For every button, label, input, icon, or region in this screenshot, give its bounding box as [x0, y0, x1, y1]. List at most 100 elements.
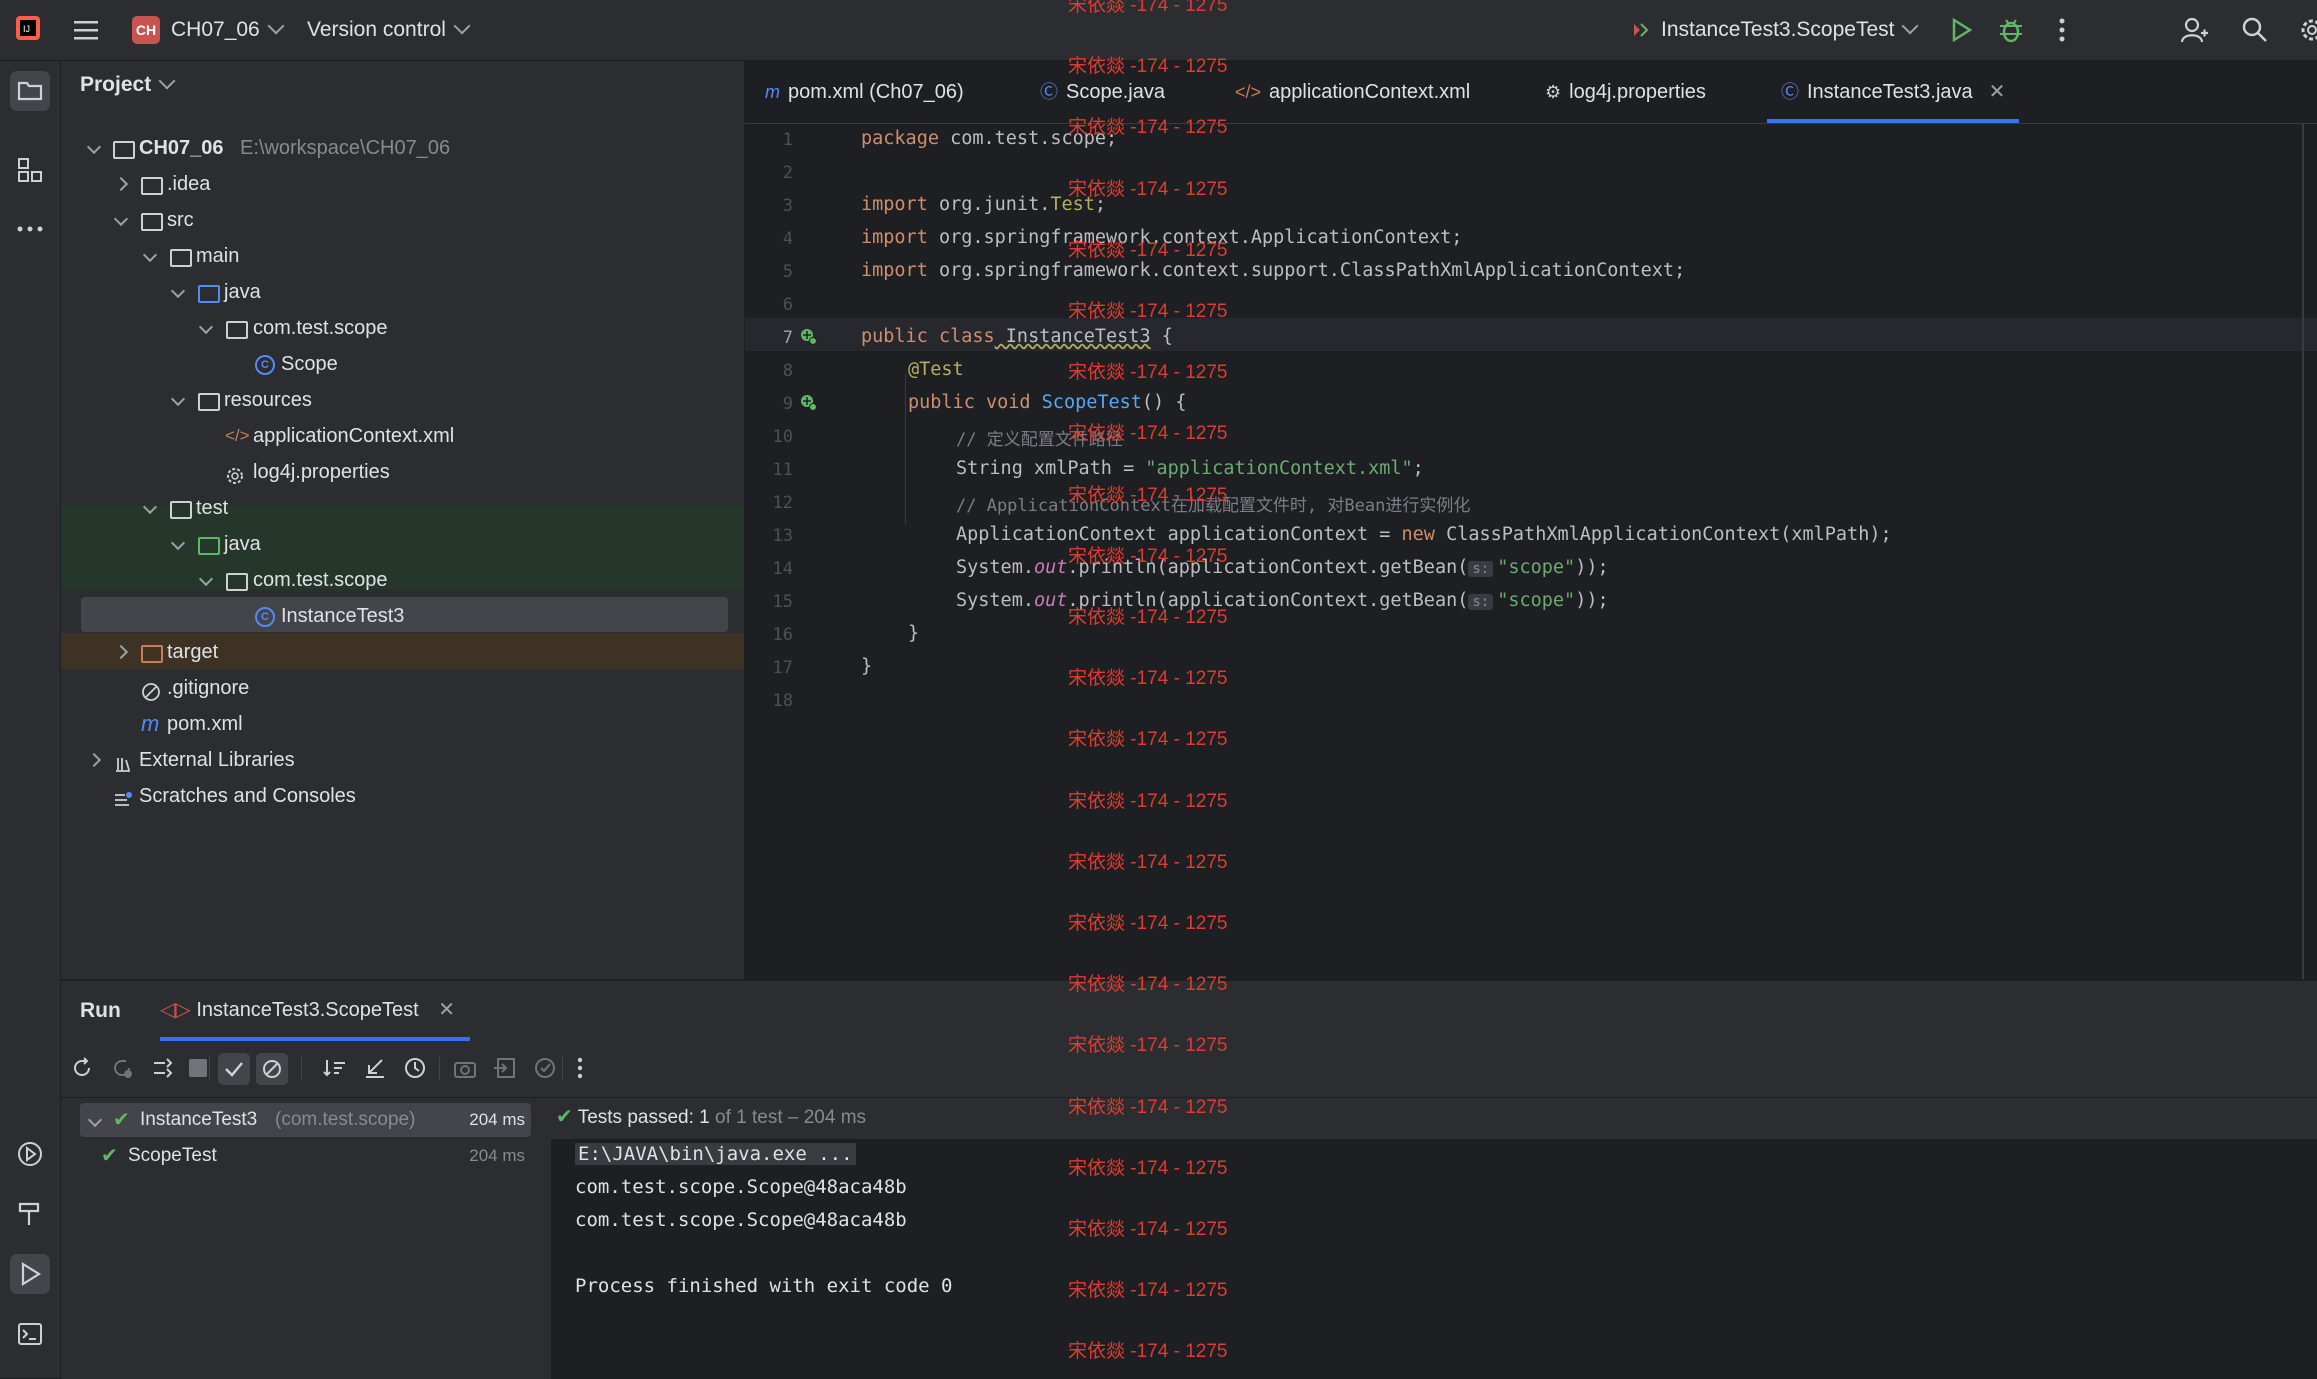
chevron-down-icon[interactable]	[170, 535, 186, 551]
test-folder-icon	[198, 537, 220, 555]
more-tools-icon[interactable]	[10, 209, 50, 249]
chevron-down-icon[interactable]	[142, 499, 158, 515]
run-gutter-icon[interactable]	[799, 327, 817, 345]
line-number: 10	[772, 427, 793, 447]
close-tab-icon[interactable]: ✕	[438, 999, 455, 1021]
import-tests-icon[interactable]	[492, 1055, 518, 1081]
console-output[interactable]: E:\JAVA\bin\java.exe ... com.test.scope.…	[551, 1139, 2317, 1379]
chevron-down-icon[interactable]	[198, 571, 214, 587]
tree-item-root[interactable]: CH07_06 E:\workspace\CH07_06	[61, 130, 744, 166]
tree-item-test[interactable]: test	[61, 490, 744, 526]
app-logo-icon[interactable]: IJ	[14, 14, 42, 42]
console-line: com.test.scope.Scope@48aca48b	[575, 1176, 907, 1198]
tree-item-instancetest3[interactable]: C InstanceTest3	[61, 598, 744, 634]
tree-item-gitignore[interactable]: .gitignore	[61, 670, 744, 706]
tree-item-label: java	[224, 533, 261, 555]
tree-item-test-java[interactable]: java	[61, 526, 744, 562]
chevron-down-icon[interactable]	[170, 391, 186, 407]
tree-item-target[interactable]: target	[61, 634, 744, 670]
more-actions-icon[interactable]	[2058, 17, 2066, 43]
chevron-down-icon[interactable]	[87, 1112, 103, 1128]
version-control-menu[interactable]: Version control	[307, 0, 471, 60]
sort-icon[interactable]	[322, 1055, 348, 1081]
maven-file-icon: m	[141, 711, 160, 736]
tree-item-main-package[interactable]: com.test.scope	[61, 310, 744, 346]
tree-item-scope[interactable]: C Scope	[61, 346, 744, 382]
tree-item-idea[interactable]: .idea	[61, 166, 744, 202]
main-menu-icon[interactable]	[74, 19, 100, 41]
tree-item-appcontext[interactable]: </> applicationContext.xml	[61, 418, 744, 454]
chevron-down-icon[interactable]	[86, 139, 102, 155]
tree-item-main[interactable]: main	[61, 238, 744, 274]
project-panel-header[interactable]: Project	[80, 72, 176, 97]
code-editor[interactable]: 1 2 3 4 5 6 7 8 9 10 11 12 13 14 15 16 17 18 package com.…	[745, 124, 2317, 979]
run-gutter-icon[interactable]	[799, 393, 817, 411]
test-time: 204 ms	[469, 1146, 525, 1165]
rerun-failed-icon[interactable]	[109, 1055, 135, 1081]
code-line-5: import org.springframework.context.suppo…	[861, 260, 1685, 281]
settings-gear-icon[interactable]	[2298, 16, 2317, 44]
module-folder-icon	[113, 141, 135, 159]
search-icon[interactable]	[2241, 16, 2269, 44]
collapse-icon[interactable]	[362, 1055, 388, 1081]
project-selector[interactable]: CH07_06	[171, 0, 285, 60]
run-config-selector[interactable]: InstanceTest3.ScopeTest	[1661, 0, 1919, 60]
add-user-icon[interactable]	[2180, 16, 2208, 44]
tree-item-label: pom.xml	[167, 713, 243, 735]
tree-item-log4j[interactable]: log4j.properties	[61, 454, 744, 490]
run-tool-button[interactable]	[10, 1254, 50, 1294]
tree-item-main-java[interactable]: java	[61, 274, 744, 310]
test-row-class[interactable]: ✔ InstanceTest3 (com.test.scope) 204 ms	[80, 1103, 531, 1137]
watermark-text: 宋依燚 -174 - 1275	[1068, 56, 1228, 78]
tree-item-test-package[interactable]: com.test.scope	[61, 562, 744, 598]
toolbar-separator	[439, 1057, 440, 1081]
build-tool-icon[interactable]	[10, 1194, 50, 1234]
run-tab[interactable]: ◁▷ InstanceTest3.ScopeTest ✕	[160, 997, 455, 1022]
tree-item-label: src	[167, 209, 194, 231]
token: import	[861, 260, 928, 281]
chevron-right-icon[interactable]	[113, 644, 129, 660]
chevron-down-icon[interactable]	[113, 211, 129, 227]
token: ));	[1575, 590, 1609, 611]
tab-instancetest3-java[interactable]: Ⓒ InstanceTest3.java ✕	[1767, 61, 2020, 123]
services-tool-icon[interactable]	[10, 1134, 50, 1174]
show-ignored-toggle[interactable]	[256, 1053, 288, 1085]
chevron-right-icon[interactable]	[113, 176, 129, 192]
toggle-auto-test-icon[interactable]	[149, 1055, 175, 1081]
history-icon[interactable]	[402, 1055, 428, 1081]
tree-item-label: java	[224, 281, 261, 303]
chevron-down-icon[interactable]	[142, 247, 158, 263]
chevron-down-icon[interactable]	[198, 319, 214, 335]
token: System.	[956, 557, 1034, 578]
test-row-method[interactable]: ✔ ScopeTest 204 ms	[80, 1139, 531, 1173]
chevron-down-icon[interactable]	[170, 283, 186, 299]
console-line-command[interactable]: E:\JAVA\bin\java.exe ...	[575, 1143, 856, 1165]
tab-applicationcontext-xml[interactable]: </> applicationContext.xml	[1235, 61, 1470, 123]
tree-item-resources[interactable]: resources	[61, 382, 744, 418]
screenshot-icon[interactable]	[452, 1055, 478, 1081]
debug-icon[interactable]	[1997, 16, 2025, 44]
tree-item-src[interactable]: src	[61, 202, 744, 238]
close-tab-icon[interactable]: ✕	[1989, 81, 2006, 103]
test-results-tree: ✔ InstanceTest3 (com.test.scope) 204 ms …	[61, 1099, 550, 1379]
line-number: 5	[782, 262, 793, 282]
test-name: InstanceTest3	[140, 1109, 258, 1130]
parameter-hint: s:	[1468, 594, 1494, 610]
project-tool-button[interactable]	[10, 71, 50, 111]
terminal-tool-icon[interactable]	[10, 1314, 50, 1354]
tree-item-pom[interactable]: m pom.xml	[61, 706, 744, 742]
structure-tool-icon[interactable]	[10, 150, 50, 190]
tree-item-external-libraries[interactable]: External Libraries	[61, 742, 744, 778]
show-passed-toggle[interactable]	[218, 1053, 250, 1085]
rerun-icon[interactable]	[69, 1055, 95, 1081]
editor-right-border	[2302, 124, 2304, 979]
tab-pom-xml[interactable]: m pom.xml (Ch07_06)	[765, 61, 964, 123]
line-number: 2	[782, 163, 793, 183]
tab-log4j-properties[interactable]: ⚙ log4j.properties	[1545, 61, 1706, 123]
watermark-text: 宋依燚 -174 - 1275	[1068, 178, 1228, 200]
console-line-exit: Process finished with exit code 0	[575, 1275, 953, 1297]
tree-item-scratches[interactable]: Scratches and Consoles	[61, 778, 744, 814]
stop-icon[interactable]	[189, 1059, 207, 1077]
chevron-right-icon[interactable]	[86, 752, 102, 768]
run-icon[interactable]	[1948, 17, 1974, 43]
